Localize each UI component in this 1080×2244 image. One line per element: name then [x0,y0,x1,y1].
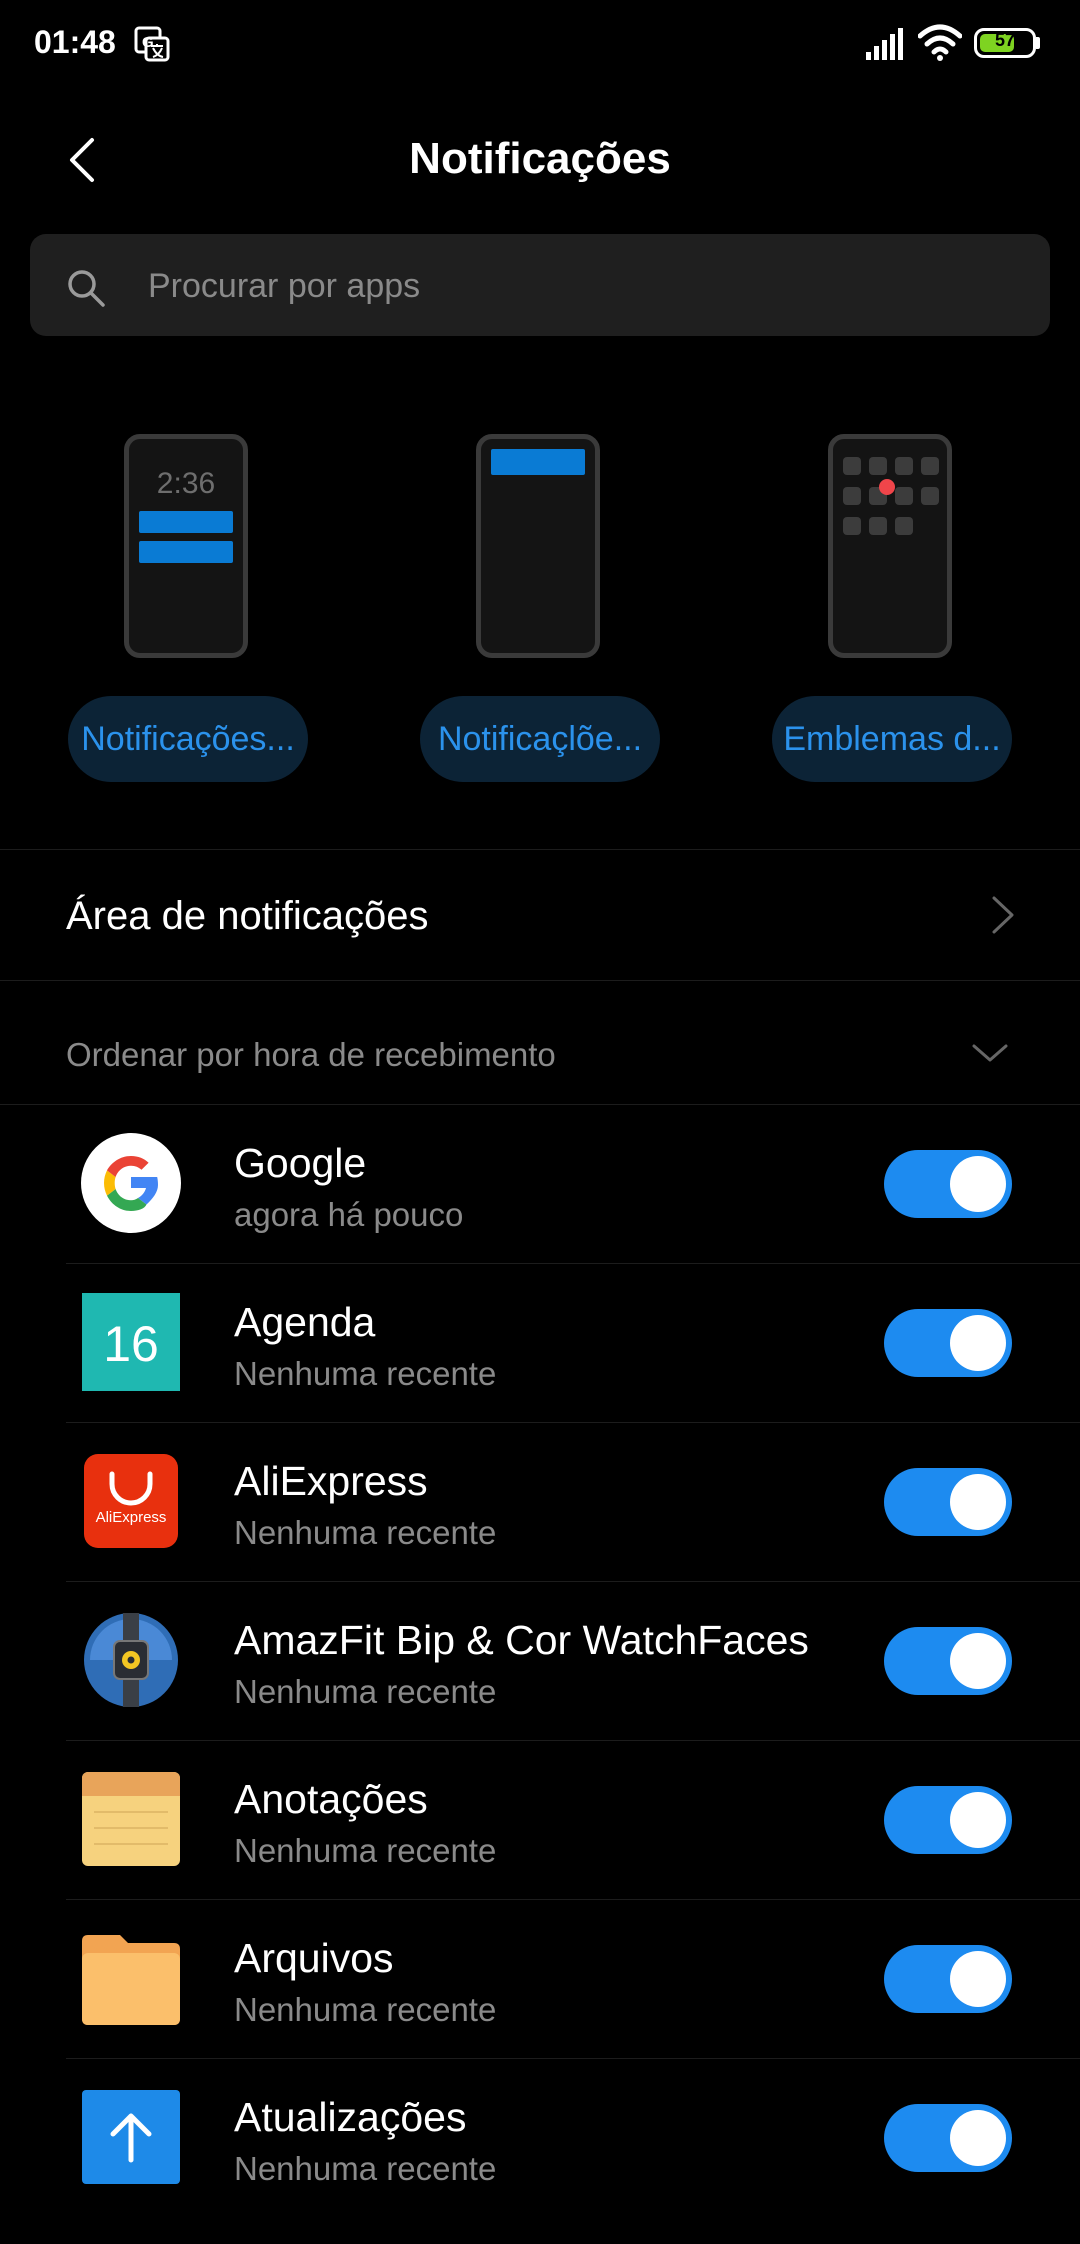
page-title: Notificações [409,134,671,183]
update-arrow-icon [82,2090,180,2184]
battery-level: 57 [994,30,1016,50]
translate-icon: G [134,26,170,62]
lockscreen-notifications-button[interactable]: Notificações... [68,696,308,782]
chevron-down-icon [972,1044,1008,1062]
anotacoes-notifications-toggle[interactable] [884,1786,1012,1854]
aliexpress-notifications-toggle[interactable] [884,1468,1012,1536]
app-badges-button[interactable]: Emblemas d... [772,696,1012,782]
notes-icon [82,1772,180,1866]
app-name: Agenda [234,1299,376,1345]
calendar-day: 16 [103,1316,159,1372]
pill-label: Notificações... [81,719,295,758]
app-subtitle: Nenhuma recente [234,1991,497,2028]
svg-text:G: G [142,34,154,51]
agenda-notifications-toggle[interactable] [884,1309,1012,1377]
status-bar: 01:48 G 57 [0,0,1080,90]
app-row-arquivos[interactable]: Arquivos Nenhuma recente [0,1899,1080,2058]
notification-area-label: Área de notificações [66,894,429,938]
app-subtitle: Nenhuma recente [234,1355,497,1392]
app-subtitle: agora há pouco [234,1196,464,1233]
app-name: Atualizações [234,2094,467,2140]
app-subtitle: Nenhuma recente [234,2150,497,2187]
folder-icon [82,1935,180,2025]
status-time: 01:48 [34,24,116,60]
arquivos-notifications-toggle[interactable] [884,1945,1012,2013]
pill-label: Notificaçlõe... [437,719,643,758]
sort-dropdown[interactable]: Ordenar por hora de recebimento [0,980,1080,1104]
app-row-google[interactable]: Google agora há pouco [0,1104,1080,1263]
app-subtitle: Nenhuma recente [234,1832,497,1869]
badges-preview [828,434,952,658]
search-icon [68,270,105,307]
notifications-screen: 01:48 G 57 Notificações Procurar por app… [0,0,1080,2244]
app-name: Anotações [234,1776,428,1822]
sort-label: Ordenar por hora de recebimento [66,1036,556,1073]
aliexpress-icon: AliExpress [84,1454,178,1548]
google-notifications-toggle[interactable] [884,1150,1012,1218]
app-row-anotacoes[interactable]: Anotações Nenhuma recente [0,1740,1080,1899]
app-name: Arquivos [234,1935,394,1981]
search-input[interactable] [148,258,1008,314]
signal-icon [866,28,903,60]
wifi-icon [918,24,962,61]
calendar-icon: 16 [82,1293,180,1391]
style-option-floating[interactable]: Notificaçlõe... [420,430,660,790]
app-subtitle: Nenhuma recente [234,1514,497,1551]
app-name: AmazFit Bip & Cor WatchFaces [234,1617,809,1663]
amazfit-notifications-toggle[interactable] [884,1627,1012,1695]
style-option-lockscreen[interactable]: 2:36 Notificações... [68,430,308,790]
aliexpress-wordmark: AliExpress [96,1509,167,1526]
app-row-aliexpress[interactable]: AliExpress AliExpress Nenhuma recente [0,1422,1080,1581]
chevron-right-icon [992,896,1014,934]
app-row-agenda[interactable]: 16 Agenda Nenhuma recente [0,1263,1080,1422]
google-icon [81,1133,181,1233]
lockscreen-preview: 2:36 [124,434,248,658]
floating-notifications-button[interactable]: Notificaçlõe... [420,696,660,782]
app-row-amazfit[interactable]: AmazFit Bip & Cor WatchFaces Nenhuma rec… [0,1581,1080,1740]
floating-preview [476,434,600,658]
preview-time: 2:36 [156,467,216,500]
pill-label: Emblemas d... [783,719,1001,758]
atualizacoes-notifications-toggle[interactable] [884,2104,1012,2172]
app-name: AliExpress [234,1458,428,1504]
app-name: Google [234,1140,367,1186]
style-option-badges[interactable]: Emblemas d... [772,430,1012,790]
notification-area-row[interactable]: Área de notificações [0,850,1080,980]
app-row-atualizacoes[interactable]: Atualizações Nenhuma recente [0,2058,1080,2217]
battery-icon: 57 [974,28,1040,58]
watch-icon [84,1613,178,1707]
app-subtitle: Nenhuma recente [234,1673,497,1710]
badge-dot [879,479,895,495]
